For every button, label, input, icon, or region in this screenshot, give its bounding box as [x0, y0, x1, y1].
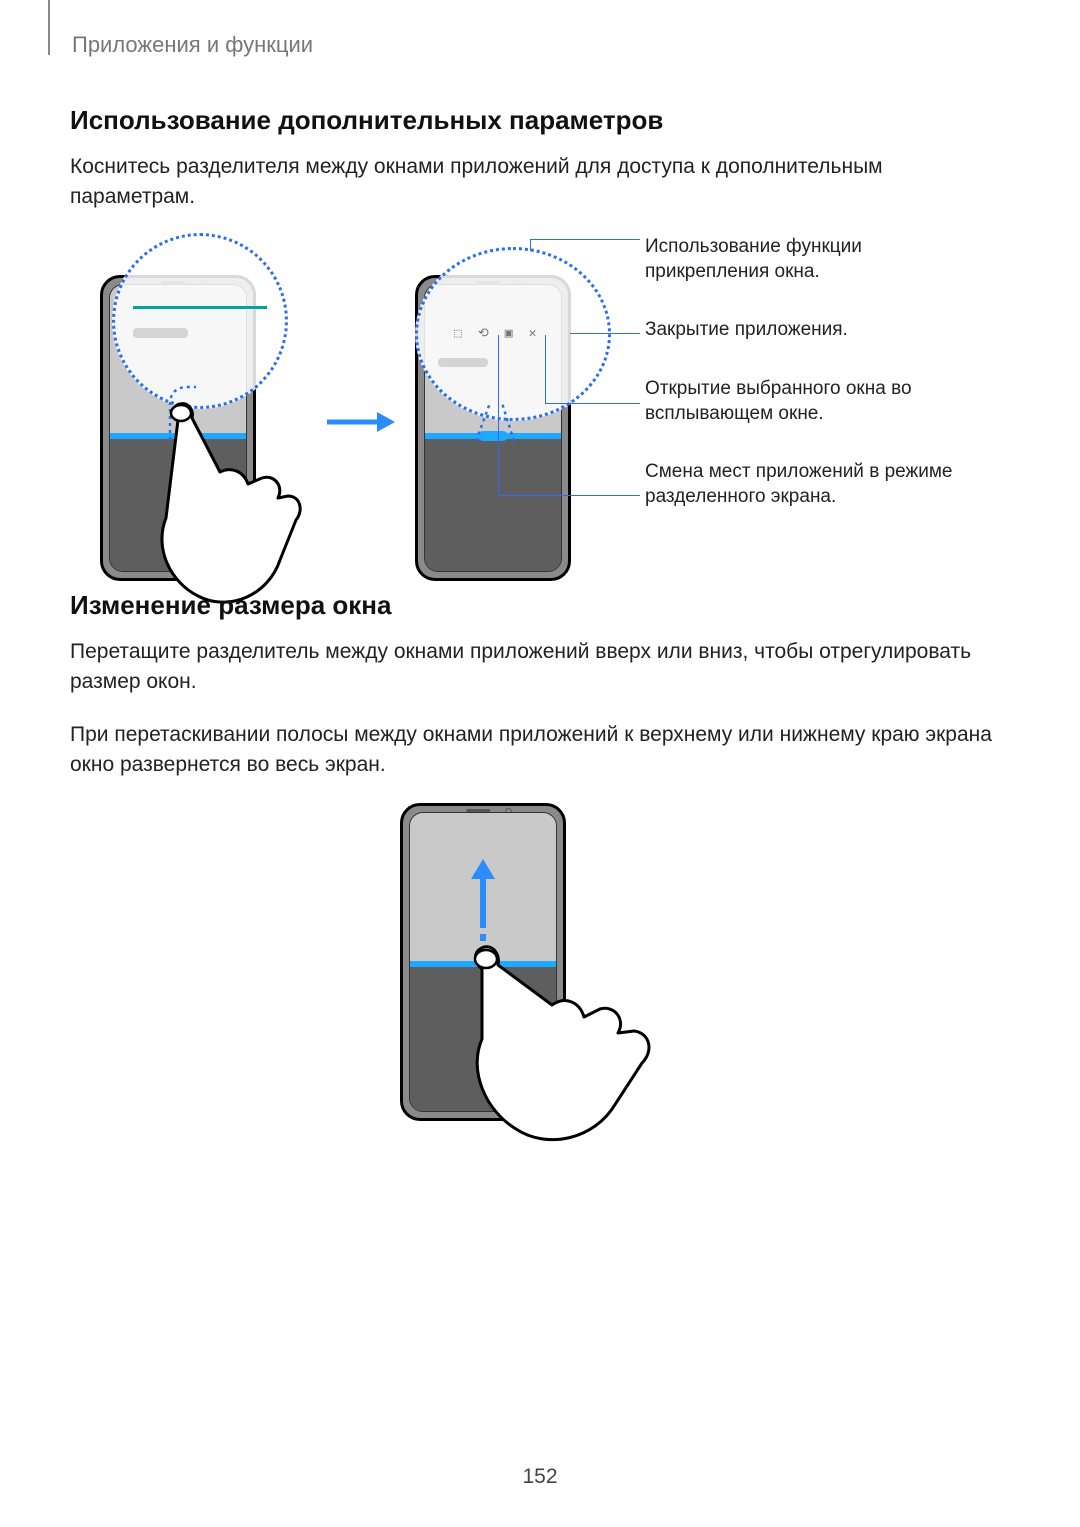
- section1-title: Использование дополнительных параметров: [70, 105, 1010, 136]
- lower-app-pane: [410, 967, 556, 1111]
- leader-line: [545, 335, 546, 403]
- page-number: 152: [0, 1465, 1080, 1489]
- swap-apps-icon: ⟲: [478, 326, 489, 341]
- close-app-icon: ✕: [529, 326, 537, 341]
- leader-line: [530, 239, 531, 251]
- divider-options-row: ⬚ ⟲ ▣ ✕: [454, 326, 536, 341]
- section2-paragraph-2: При перетаскивании полосы между окнами п…: [70, 720, 1010, 781]
- zoom-tail-1: [168, 385, 218, 445]
- section2-paragraph-1: Перетащите разделитель между окнами прил…: [70, 637, 1010, 698]
- callout-swap-apps: Смена мест приложений в режиме разделенн…: [645, 460, 985, 509]
- leader-line: [545, 403, 640, 404]
- leader-line: [570, 333, 640, 334]
- leader-line: [498, 495, 640, 496]
- snap-window-icon: ⬚: [454, 326, 462, 341]
- callout-popup-window: Открытие выбранного окна во всплывающем …: [645, 377, 985, 426]
- figure-resize-window: [70, 803, 1010, 1123]
- section1-paragraph: Коснитесь разделителя между окнами прило…: [70, 152, 1010, 213]
- leader-line: [498, 335, 499, 495]
- drag-up-arrow-icon: [470, 859, 496, 969]
- callouts-column: Использование функции прикрепления окна.…: [645, 235, 985, 544]
- zoom-lens-1: [112, 233, 288, 409]
- section2-title: Изменение размера окна: [70, 590, 1010, 621]
- figure-additional-options: ⬚ ⟲ ▣ ✕ Использование функции прикреплен…: [70, 235, 1010, 625]
- callout-close-app: Закрытие приложения.: [645, 318, 985, 343]
- zoom-blur-row: [438, 358, 488, 367]
- arrow-right-icon: [325, 410, 395, 434]
- running-header: Приложения и функции: [72, 32, 313, 58]
- lower-app-pane: [110, 439, 246, 571]
- leader-line: [530, 239, 640, 240]
- header-tab-mark: [48, 0, 50, 55]
- popup-window-icon: ▣: [505, 326, 513, 341]
- zoom-content-bar: [133, 306, 267, 309]
- lower-app-pane: [425, 439, 561, 571]
- zoom-blur-row: [133, 328, 188, 338]
- callout-snap-window: Использование функции прикрепления окна.: [645, 235, 985, 284]
- zoom-tail-2: [472, 395, 518, 445]
